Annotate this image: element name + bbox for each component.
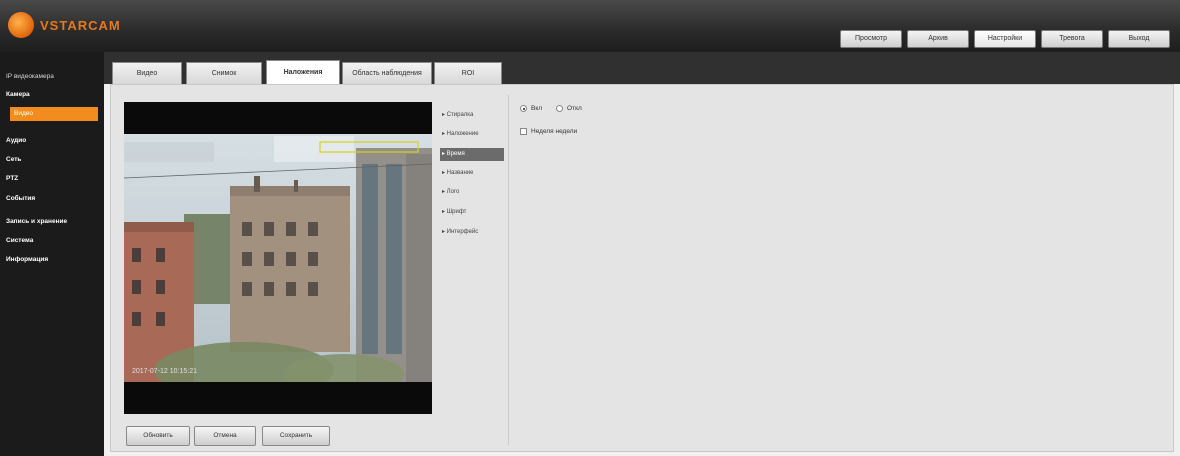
sidebar: IP видеокамера Камера Видео Аудио Сеть P… xyxy=(0,52,104,456)
nav-button-logout[interactable]: Выход xyxy=(1108,30,1170,48)
sidebar-item-audio[interactable]: Аудио xyxy=(6,134,26,148)
tab-roi[interactable]: ROI xyxy=(434,62,502,84)
sidebar-item-video[interactable]: Видео xyxy=(10,107,98,121)
tab-strip: Видео Снимок Наложения Область наблюдени… xyxy=(104,52,1180,84)
default-button[interactable]: Отмена xyxy=(194,426,256,446)
sidebar-item-system[interactable]: Система xyxy=(6,234,33,248)
nav-button-settings[interactable]: Настройки xyxy=(974,30,1036,48)
tab-observation-area[interactable]: Область наблюдения xyxy=(342,62,432,84)
logo-icon xyxy=(8,12,34,38)
weekday-row: Неделя недели xyxy=(520,128,577,135)
radio-off-label: Откл xyxy=(567,105,582,112)
submenu-item-privacy[interactable]: ▸ Стиралка xyxy=(440,109,504,122)
sidebar-item-camera-ip[interactable]: IP видеокамера xyxy=(6,70,54,84)
tab-video[interactable]: Видео xyxy=(112,62,182,84)
nav-button-live[interactable]: Просмотр xyxy=(840,30,902,48)
sidebar-item-info[interactable]: Информация xyxy=(6,253,48,267)
video-preview: 2017-07-12 10:15:21 xyxy=(124,102,432,414)
time-enable-row: Вкл Откл xyxy=(520,105,582,112)
radio-on-label: Вкл xyxy=(531,105,543,112)
weekday-checkbox[interactable] xyxy=(520,128,527,135)
sidebar-item-network[interactable]: Сеть xyxy=(6,153,21,167)
brand-logo: VSTARCAM xyxy=(8,10,121,40)
divider xyxy=(508,95,509,445)
submenu-item-time[interactable]: ▸ Время xyxy=(440,148,504,161)
nav-button-alarm[interactable]: Тревога xyxy=(1041,30,1103,48)
camera-image xyxy=(124,134,432,382)
submenu-item-font[interactable]: ▸ Шрифт xyxy=(440,206,504,219)
logo-text: VSTARCAM xyxy=(40,17,121,33)
sidebar-item-events[interactable]: События xyxy=(6,192,35,206)
tab-overlay[interactable]: Наложения xyxy=(266,60,340,84)
refresh-button[interactable]: Обновить xyxy=(126,426,190,446)
sidebar-item-storage[interactable]: Запись и хранение xyxy=(6,215,67,229)
top-nav: Просмотр Архив Настройки Тревога Выход xyxy=(840,30,1170,48)
sidebar-item-ptz[interactable]: PTZ xyxy=(6,172,18,186)
osd-timestamp: 2017-07-12 10:15:21 xyxy=(132,368,197,375)
save-button[interactable]: Сохранить xyxy=(262,426,330,446)
submenu-item-interface[interactable]: ▸ Интерфейс xyxy=(440,226,504,239)
weekday-checkbox-label: Неделя недели xyxy=(531,128,578,135)
submenu-item-overlay[interactable]: ▸ Наложение xyxy=(440,128,504,141)
submenu-item-title[interactable]: ▸ Название xyxy=(440,167,504,180)
nav-button-playback[interactable]: Архив xyxy=(907,30,969,48)
submenu-item-logo[interactable]: ▸ Лого xyxy=(440,186,504,199)
radio-off-icon[interactable] xyxy=(556,105,564,112)
sidebar-item-camera[interactable]: Камера xyxy=(6,88,30,102)
radio-on-icon[interactable] xyxy=(520,105,527,112)
tab-snapshot[interactable]: Снимок xyxy=(186,62,262,84)
top-bar: VSTARCAM Просмотр Архив Настройки Тревог… xyxy=(0,0,1180,52)
